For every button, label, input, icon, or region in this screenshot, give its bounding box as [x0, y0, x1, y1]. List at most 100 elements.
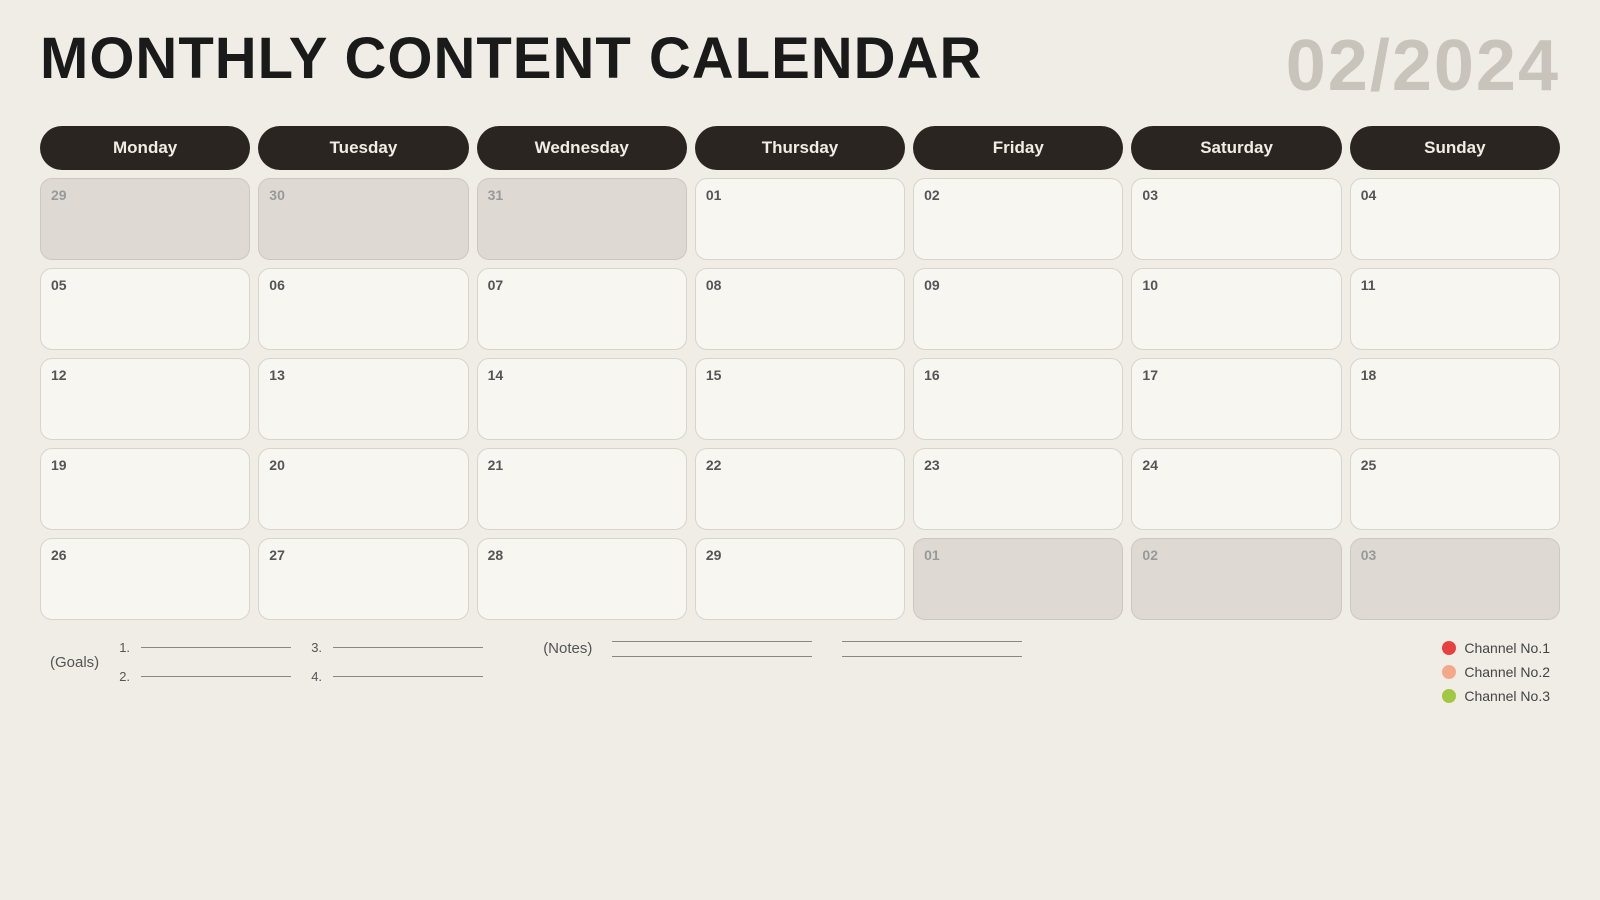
notes-label: (Notes)	[543, 640, 592, 657]
page-header: MONTHLY CONTENT CALENDAR 02/2024	[40, 30, 1560, 102]
day-cell-w0-d1[interactable]: 30	[258, 178, 468, 260]
day-number: 18	[1361, 367, 1549, 383]
goal-line-1-bar	[141, 647, 291, 648]
day-number: 07	[488, 277, 676, 293]
day-cell-w1-d0[interactable]: 05	[40, 268, 250, 350]
day-header-wednesday: Wednesday	[477, 126, 687, 170]
day-cell-w3-d3[interactable]: 22	[695, 448, 905, 530]
day-cell-w3-d1[interactable]: 20	[258, 448, 468, 530]
extra-col-1	[842, 641, 1022, 657]
day-number: 16	[924, 367, 1112, 383]
day-cell-w3-d0[interactable]: 19	[40, 448, 250, 530]
goal-line-2-bar	[141, 676, 291, 677]
day-cell-w0-d4[interactable]: 02	[913, 178, 1123, 260]
channel-label: Channel No.1	[1464, 640, 1550, 656]
day-number: 27	[269, 547, 457, 563]
day-number: 03	[1142, 187, 1330, 203]
day-cell-w0-d3[interactable]: 01	[695, 178, 905, 260]
day-number: 08	[706, 277, 894, 293]
channel-item: Channel No.3	[1442, 688, 1550, 704]
day-cell-w3-d6[interactable]: 25	[1350, 448, 1560, 530]
day-cell-w4-d0[interactable]: 26	[40, 538, 250, 620]
day-number: 03	[1361, 547, 1549, 563]
channel-dot	[1442, 689, 1456, 703]
goals-section: (Goals) 1. 2.	[50, 640, 291, 684]
goal-num-4: 4.	[311, 669, 329, 684]
goal-line-2: 2.	[119, 669, 291, 684]
goal-num-3: 3.	[311, 640, 329, 655]
day-cell-w4-d5[interactable]: 02	[1131, 538, 1341, 620]
day-cell-w2-d5[interactable]: 17	[1131, 358, 1341, 440]
day-cell-w2-d0[interactable]: 12	[40, 358, 250, 440]
goal-line-4: 4.	[311, 669, 483, 684]
day-number: 23	[924, 457, 1112, 473]
day-cell-w3-d2[interactable]: 21	[477, 448, 687, 530]
footer: (Goals) 1. 2. 3. 4. (Notes)	[40, 640, 1560, 704]
day-number: 09	[924, 277, 1112, 293]
calendar-grid: MondayTuesdayWednesdayThursdayFridaySatu…	[40, 126, 1560, 620]
day-cell-w1-d3[interactable]: 08	[695, 268, 905, 350]
day-cell-w0-d0[interactable]: 29	[40, 178, 250, 260]
day-cell-w2-d4[interactable]: 16	[913, 358, 1123, 440]
notes-lines	[612, 641, 812, 657]
day-cell-w4-d3[interactable]: 29	[695, 538, 905, 620]
channel-label: Channel No.3	[1464, 688, 1550, 704]
day-cell-w1-d2[interactable]: 07	[477, 268, 687, 350]
channel-label: Channel No.2	[1464, 664, 1550, 680]
day-number: 21	[488, 457, 676, 473]
day-number: 11	[1361, 277, 1549, 293]
day-number: 25	[1361, 457, 1549, 473]
page-title: MONTHLY CONTENT CALENDAR	[40, 30, 982, 88]
day-cell-w1-d6[interactable]: 11	[1350, 268, 1560, 350]
day-header-tuesday: Tuesday	[258, 126, 468, 170]
notes-extra	[842, 641, 1022, 657]
day-number: 04	[1361, 187, 1549, 203]
goal-num-2: 2.	[119, 669, 137, 684]
day-header-saturday: Saturday	[1131, 126, 1341, 170]
day-number: 22	[706, 457, 894, 473]
day-cell-w4-d6[interactable]: 03	[1350, 538, 1560, 620]
day-cell-w2-d3[interactable]: 15	[695, 358, 905, 440]
day-header-monday: Monday	[40, 126, 250, 170]
channel-dot	[1442, 665, 1456, 679]
day-header-friday: Friday	[913, 126, 1123, 170]
notes-line-2	[612, 656, 812, 657]
day-cell-w2-d2[interactable]: 14	[477, 358, 687, 440]
notes-line-1	[612, 641, 812, 642]
day-number: 01	[706, 187, 894, 203]
goal-num-1: 1.	[119, 640, 137, 655]
day-number: 31	[488, 187, 676, 203]
day-cell-w4-d4[interactable]: 01	[913, 538, 1123, 620]
day-number: 17	[1142, 367, 1330, 383]
day-number: 14	[488, 367, 676, 383]
day-number: 29	[706, 547, 894, 563]
day-number: 24	[1142, 457, 1330, 473]
day-cell-w0-d6[interactable]: 04	[1350, 178, 1560, 260]
goals-label: (Goals)	[50, 654, 99, 671]
day-cell-w1-d1[interactable]: 06	[258, 268, 468, 350]
day-cell-w0-d2[interactable]: 31	[477, 178, 687, 260]
goal-line-3-bar	[333, 647, 483, 648]
goal-line-3: 3.	[311, 640, 483, 655]
day-number: 28	[488, 547, 676, 563]
notes-section: (Notes)	[543, 640, 1442, 657]
day-cell-w1-d5[interactable]: 10	[1131, 268, 1341, 350]
day-cell-w2-d6[interactable]: 18	[1350, 358, 1560, 440]
day-cell-w1-d4[interactable]: 09	[913, 268, 1123, 350]
day-cell-w0-d5[interactable]: 03	[1131, 178, 1341, 260]
extra-line-1	[842, 641, 1022, 642]
day-cell-w3-d4[interactable]: 23	[913, 448, 1123, 530]
day-number: 19	[51, 457, 239, 473]
goals-section-2: 3. 4.	[311, 640, 483, 684]
day-header-sunday: Sunday	[1350, 126, 1560, 170]
goals-lines: 1. 2.	[119, 640, 291, 684]
day-number: 12	[51, 367, 239, 383]
day-cell-w3-d5[interactable]: 24	[1131, 448, 1341, 530]
day-number: 05	[51, 277, 239, 293]
channel-dot	[1442, 641, 1456, 655]
day-number: 02	[924, 187, 1112, 203]
day-cell-w4-d1[interactable]: 27	[258, 538, 468, 620]
day-cell-w2-d1[interactable]: 13	[258, 358, 468, 440]
day-cell-w4-d2[interactable]: 28	[477, 538, 687, 620]
day-number: 15	[706, 367, 894, 383]
